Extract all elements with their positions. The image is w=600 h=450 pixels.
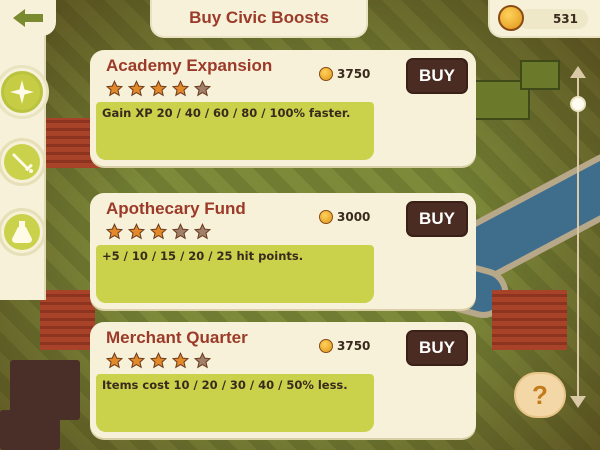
boost-rating [106,352,211,369]
coin-icon [498,5,524,31]
house-roof [40,290,95,350]
map-background: Buy Civic Boosts 531 Academy Expansion 3… [0,0,600,450]
star-filled-icon [150,223,167,240]
coin-icon [319,210,333,224]
price-value: 3750 [337,67,371,81]
boost-card: Merchant Quarter 3750 BUY Items cost 10 … [90,322,476,438]
sidebar-tab-civic[interactable] [0,68,46,116]
star-filled-icon [150,352,167,369]
star-empty-icon [194,352,211,369]
star-filled-icon [106,80,123,97]
coin-icon [319,339,333,353]
title-tab: Buy Civic Boosts [150,0,368,38]
house-roof [492,290,567,350]
star-empty-icon [194,80,211,97]
boost-name: Academy Expansion [106,56,273,75]
boost-name: Apothecary Fund [106,199,246,218]
star-filled-icon [128,80,145,97]
buy-button[interactable]: BUY [406,201,468,237]
price-value: 3750 [337,339,371,353]
sidebar-tab-weapons[interactable] [0,138,46,186]
boost-name: Merchant Quarter [106,328,248,347]
scroll-up-arrow-icon[interactable] [570,66,586,78]
scroll-track-line [577,76,579,406]
back-button[interactable] [0,0,56,36]
help-question-icon: ? [532,379,548,410]
rocks [0,410,60,450]
back-arrow-icon [13,9,43,27]
star-filled-icon [172,80,189,97]
boost-price: 3750 [319,339,370,353]
buy-button[interactable]: BUY [406,330,468,366]
boost-rating [106,80,211,97]
star-filled-icon [150,80,167,97]
boost-price: 3000 [319,210,370,224]
star-filled-icon [128,352,145,369]
star-filled-icon [128,223,145,240]
boost-price: 3750 [319,67,370,81]
star-filled-icon [172,352,189,369]
boost-description: Items cost 10 / 20 / 30 / 40 / 50% less. [96,374,374,432]
buy-button[interactable]: BUY [406,58,468,94]
boost-description: Gain XP 20 / 40 / 60 / 80 / 100% faster. [96,102,374,160]
sidebar-tab-potions[interactable] [0,208,46,256]
sparkle-icon [10,80,34,104]
help-button[interactable]: ? [514,372,566,418]
boost-card: Academy Expansion 3750 BUY Gain XP 20 / … [90,50,476,166]
scroll-down-arrow-icon[interactable] [570,396,586,408]
sword-icon [12,153,33,173]
star-empty-icon [172,223,189,240]
page-title: Buy Civic Boosts [189,8,329,27]
crate [520,60,560,90]
coin-icon [319,67,333,81]
boost-rating [106,223,211,240]
potion-flask-icon [12,221,32,243]
coin-amount: 531 [518,9,588,29]
price-value: 3000 [337,210,371,224]
currency-counter: 531 [488,0,600,38]
star-filled-icon [106,352,123,369]
star-empty-icon [194,223,211,240]
boost-description: +5 / 10 / 15 / 20 / 25 hit points. [96,245,374,303]
star-filled-icon [106,223,123,240]
boost-card: Apothecary Fund 3000 BUY +5 / 10 / 15 / … [90,193,476,309]
scrollbar[interactable] [568,66,588,416]
scroll-thumb[interactable] [570,96,586,112]
